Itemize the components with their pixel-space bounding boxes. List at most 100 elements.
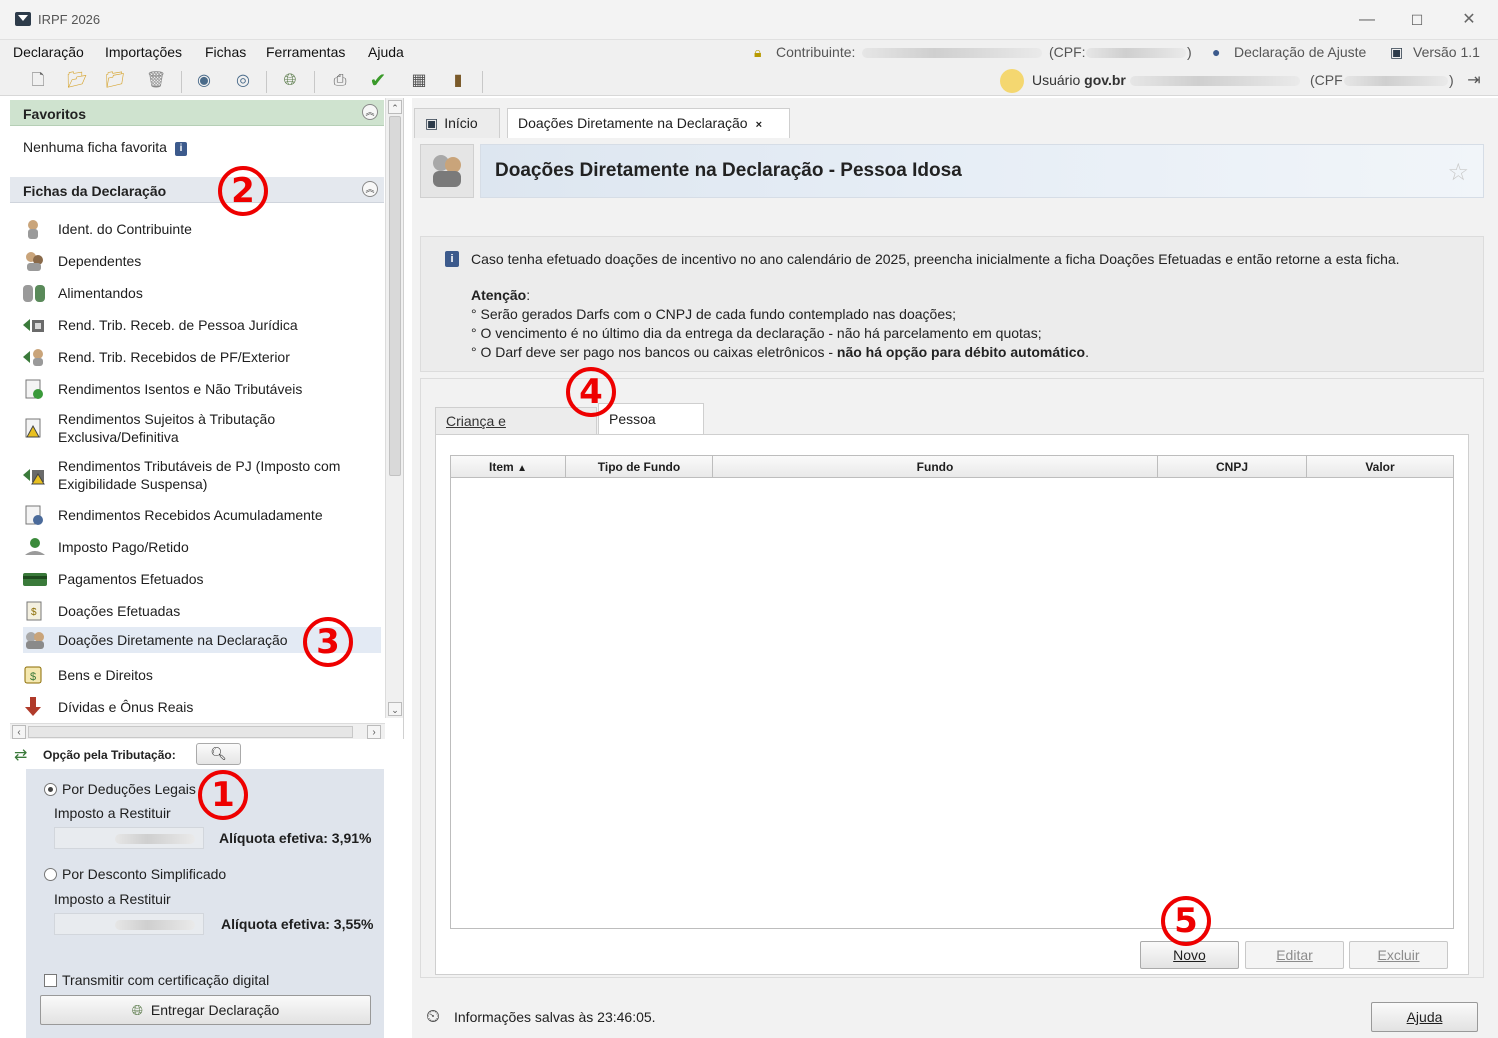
ficha-label: Pagamentos Efetuados	[58, 571, 204, 587]
close-tab-icon[interactable]: ×	[756, 119, 762, 131]
tab-inicio[interactable]: ▣ Início	[414, 108, 500, 138]
ficha-item-rend-pj[interactable]: Rend. Trib. Receb. de Pessoa Jurídica	[23, 315, 381, 337]
doacoes-table[interactable]: Item ▲ Tipo de Fundo Fundo CNPJ Valor	[450, 455, 1454, 929]
favoritos-header[interactable]: Favoritos ︽	[10, 100, 384, 126]
payments-icon	[23, 569, 47, 589]
radio-deducoes-legais[interactable]: Por Deduções Legais	[44, 781, 196, 797]
ficha-item-ident-contribuinte[interactable]: Ident. do Contribuinte	[23, 219, 381, 241]
ficha-item-isentos[interactable]: Rendimentos Isentos e Não Tributáveis	[23, 379, 381, 401]
print-icon[interactable]: ⎙	[330, 71, 350, 91]
info-icon[interactable]: i	[174, 142, 187, 156]
radio-checked-icon[interactable]	[44, 783, 57, 796]
notice-box: i Caso tenha efetuado doações de incenti…	[420, 236, 1484, 372]
ficha-item-alimentandos[interactable]: Alimentandos	[23, 283, 381, 305]
fichas-horizontal-scrollbar[interactable]: ‹ ›	[10, 723, 385, 739]
folder-icon[interactable]: 📁︎	[105, 71, 125, 91]
col-valor[interactable]: Valor	[1307, 456, 1453, 478]
scroll-left-icon[interactable]: ‹	[12, 725, 26, 739]
excluir-button[interactable]: Excluir	[1349, 941, 1448, 969]
menu-ajuda[interactable]: Ajuda	[368, 44, 404, 60]
help-book-icon[interactable]: ▮	[448, 71, 468, 91]
scroll-up-icon[interactable]: ⌃	[388, 100, 402, 114]
menu-declaracao[interactable]: Declaração	[13, 44, 84, 60]
cpf-label: (CPF:	[1049, 44, 1086, 60]
menu-importacoes[interactable]: Importações	[105, 44, 182, 60]
notice-bullet-3: ° O Darf deve ser pago nos bancos ou cai…	[471, 344, 1089, 360]
status-text: Informações salvas às 23:46:05.	[454, 1009, 656, 1025]
close-window-button[interactable]: ✕	[1454, 8, 1484, 32]
ficha-item-acumuladamente[interactable]: Rendimentos Recebidos Acumuladamente	[23, 505, 381, 527]
elderly-donation-icon	[420, 144, 474, 198]
ficha-label: Doações Diretamente na Declaração	[58, 632, 288, 648]
cpf-redacted	[1086, 48, 1186, 58]
ficha-label: Ident. do Contribuinte	[58, 221, 192, 237]
col-fundo[interactable]: Fundo	[713, 456, 1158, 478]
radio-desconto-simplificado[interactable]: Por Desconto Simplificado	[44, 866, 226, 882]
menu-fichas[interactable]: Fichas	[205, 44, 246, 60]
subtab-crianca-adolescente[interactable]: Criança e Adolescente	[435, 407, 597, 455]
info-icon: i	[445, 251, 459, 267]
checkbox-icon[interactable]	[44, 974, 57, 987]
calculator-icon[interactable]: ▦	[409, 71, 429, 91]
ficha-item-bens-direitos[interactable]: $ Bens e Direitos	[23, 665, 381, 687]
toolbar-separator	[314, 71, 315, 93]
subtab-pessoa-idosa[interactable]: Pessoa Idosa	[598, 403, 704, 457]
ficha-item-dividas[interactable]: Dívidas e Ônus Reais	[23, 697, 381, 719]
exclusive-income-icon	[23, 418, 47, 438]
toolbar-separator	[482, 71, 483, 93]
logout-icon[interactable]: ⇥	[1464, 71, 1484, 91]
window-title: IRPF 2026	[38, 12, 101, 27]
minimize-button[interactable]: —	[1352, 8, 1382, 32]
transmit-icon[interactable]: ◉	[194, 71, 214, 91]
new-file-icon[interactable]: 🗋	[28, 71, 48, 91]
radio-deducoes-label: Por Deduções Legais	[62, 781, 196, 797]
radio-simplificado-label: Por Desconto Simplificado	[62, 866, 227, 882]
tributacao-label: Opção pela Tributação:	[43, 748, 176, 762]
search-tributacao-button[interactable]: 🔍︎	[196, 743, 241, 765]
page-header: Doações Diretamente na Declaração - Pess…	[420, 144, 1484, 198]
annotation-2: 2	[218, 166, 268, 216]
ficha-item-dependentes[interactable]: Dependentes	[23, 251, 381, 273]
collapse-fichas-icon[interactable]: ︽	[362, 181, 378, 197]
editar-button[interactable]: Editar	[1245, 941, 1344, 969]
scroll-down-icon[interactable]: ⌄	[388, 702, 402, 716]
ajuda-label: Ajuda	[1406, 1009, 1443, 1025]
scroll-right-icon[interactable]: ›	[367, 725, 381, 739]
favorite-star-icon[interactable]: ☆	[1447, 158, 1469, 187]
aliquota-deducoes: Alíquota efetiva: 3,91%	[219, 830, 372, 846]
sort-asc-icon: ▲	[517, 463, 527, 474]
col-cnpj[interactable]: CNPJ	[1158, 456, 1307, 478]
ajuda-button[interactable]: Ajuda	[1371, 1002, 1478, 1032]
collapse-favoritos-icon[interactable]: ︽	[362, 104, 378, 120]
receive-icon[interactable]: ◎	[233, 71, 253, 91]
maximize-button[interactable]: ☐	[1402, 8, 1432, 32]
page-title-bar: Doações Diretamente na Declaração - Pess…	[480, 144, 1484, 198]
col-item[interactable]: Item ▲	[451, 456, 566, 478]
check-icon[interactable]: ✔	[368, 71, 388, 91]
trash-icon[interactable]: 🗑︎	[146, 71, 166, 91]
fichas-vertical-scrollbar[interactable]: ⌃ ⌄	[385, 98, 403, 718]
h-scrollbar-thumb[interactable]	[28, 726, 353, 738]
fichas-header[interactable]: Fichas da Declaração ︽	[10, 177, 384, 203]
ficha-item-suspensa[interactable]: Rendimentos Tributáveis de PJ (Imposto c…	[23, 456, 381, 494]
ficha-item-pagamentos[interactable]: Pagamentos Efetuados	[23, 569, 381, 591]
declaracao-ajuste-icon: ●	[1212, 44, 1221, 60]
notice-bullet-2: ° O vencimento é no último dia da entreg…	[471, 325, 1042, 341]
ficha-item-rend-pf[interactable]: Rend. Trib. Recebidos de PF/Exterior	[23, 347, 381, 369]
scrollbar-thumb[interactable]	[389, 116, 401, 476]
tab-doacoes[interactable]: Doações Diretamente na Declaração ×	[507, 108, 790, 138]
value-redacted	[115, 920, 195, 930]
radio-unchecked-icon[interactable]	[44, 868, 57, 881]
ficha-item-exclusiva[interactable]: Rendimentos Sujeitos à Tributação Exclus…	[23, 409, 381, 447]
ficha-label: Doações Efetuadas	[58, 603, 181, 619]
open-folder-icon[interactable]: 📂︎	[67, 71, 87, 91]
globe-icon[interactable]: 🌐︎	[280, 71, 300, 91]
entregar-declaracao-button[interactable]: 🌐︎ Entregar Declaração	[40, 995, 371, 1025]
usuario-govbr: gov.br	[1084, 72, 1126, 88]
ficha-item-imposto-pago[interactable]: Imposto Pago/Retido	[23, 537, 381, 559]
globe-icon: 🌐︎	[131, 1002, 143, 1018]
declaracao-type: Declaração de Ajuste	[1234, 44, 1367, 60]
certificacao-digital-checkbox[interactable]: Transmitir com certificação digital	[44, 972, 269, 988]
col-tipo-fundo[interactable]: Tipo de Fundo	[566, 456, 713, 478]
menu-ferramentas[interactable]: Ferramentas	[266, 44, 345, 60]
